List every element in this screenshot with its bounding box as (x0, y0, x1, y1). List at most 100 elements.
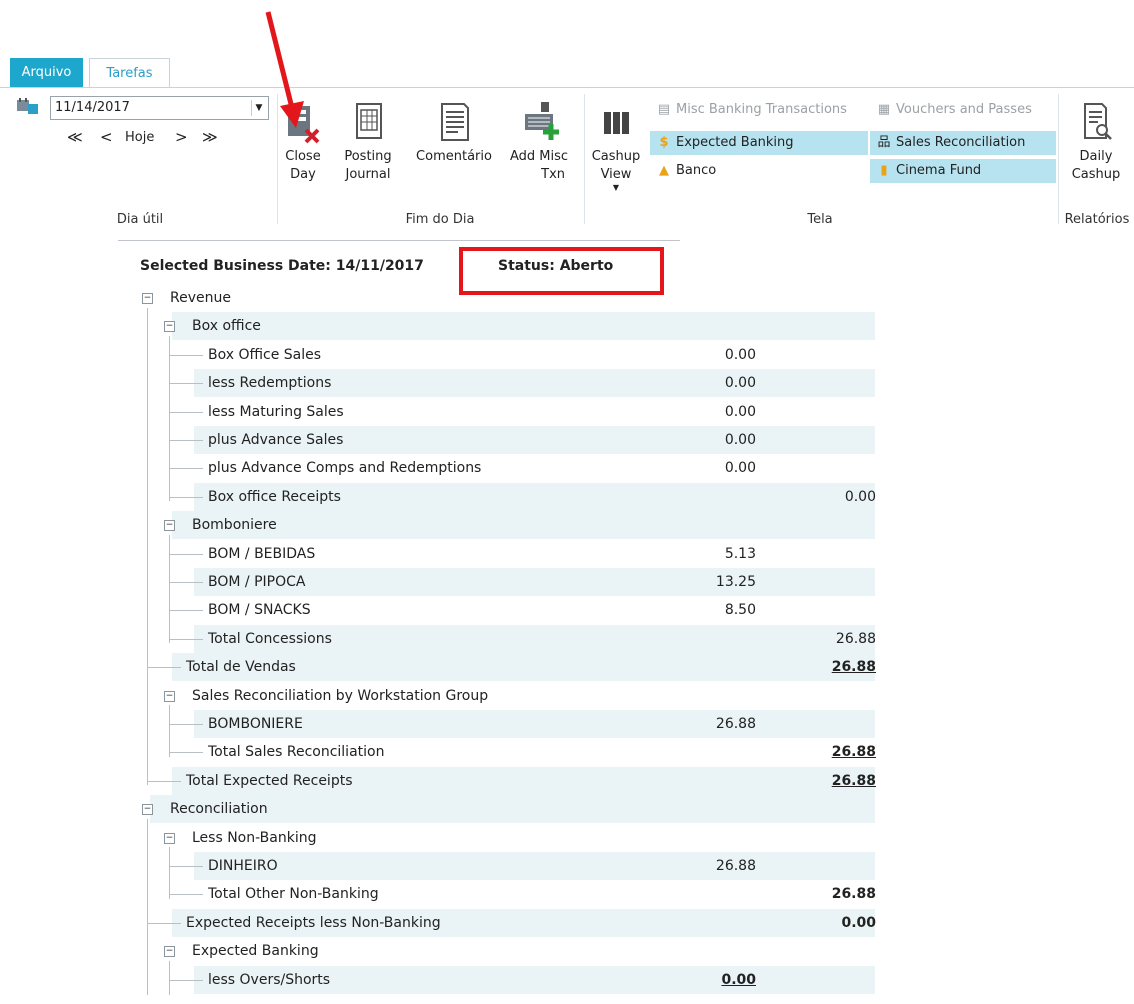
daily-cashup-label-2: Cashup (1071, 167, 1121, 182)
row-total: 26.88 (831, 772, 876, 789)
vouchers-and-passes-button[interactable]: ▦ Vouchers and Passes (870, 98, 1056, 122)
business-date-picker[interactable]: 11/14/2017 ▼ (50, 96, 269, 120)
report-row: BOMBONIERE 26.88 (194, 710, 875, 738)
banco-button[interactable]: ▲ Banco (650, 159, 868, 183)
row-label: Expected Receipts less Non-Banking (186, 914, 441, 931)
banco-label: Banco (676, 163, 717, 178)
report-row: Total Concessions 26.88 (194, 624, 876, 653)
sales-reconciliation-button[interactable]: 品 Sales Reconciliation (870, 131, 1056, 155)
row-label: Sales Reconciliation by Workstation Grou… (192, 687, 489, 704)
collapse-toggle-icon[interactable]: − (164, 946, 175, 958)
add-misc-label-2: Txn (541, 167, 565, 182)
row-label: Total Sales Reconciliation (208, 744, 385, 761)
misc-banking-label: Misc Banking Transactions (676, 102, 847, 117)
selected-business-date: Selected Business Date: 14/11/2017 (140, 258, 424, 274)
collapse-toggle-icon[interactable]: − (164, 321, 175, 333)
tree-connector (169, 383, 203, 385)
tree-connector (169, 582, 203, 583)
row-label: Reconciliation (170, 801, 268, 818)
posting-journal-button[interactable]: Posting Journal (340, 100, 396, 184)
comment-label: Comentário (416, 149, 492, 164)
tree-connector (169, 979, 203, 981)
tree-connector (169, 752, 203, 754)
cinema-fund-button[interactable]: ▮ Cinema Fund (870, 159, 1056, 183)
tree-line (169, 336, 170, 501)
report-row: Bomboniere (172, 511, 875, 540)
group-divider (277, 94, 278, 224)
misc-banking-transactions-button[interactable]: ▤ Misc Banking Transactions (650, 98, 868, 122)
ribbon: 11/14/2017 ▼ ≪ < Hoje > ≫ Dia útil Close… (0, 87, 1134, 235)
group-divider (584, 94, 585, 224)
report-row: Expected Receipts less Non-Banking 0.00 (172, 908, 876, 937)
row-label: Box office Receipts (208, 488, 341, 505)
report-row: less Redemptions 0.00 (194, 369, 875, 398)
row-label: BOM / SNACKS (208, 602, 311, 619)
cashup-view-label-2: View (600, 167, 632, 182)
daily-cashup-button[interactable]: Daily Cashup (1064, 100, 1128, 184)
sales-reconciliation-label: Sales Reconciliation (896, 135, 1026, 150)
tab-tarefas[interactable]: Tarefas (89, 58, 170, 89)
row-label: plus Advance Comps and Redemptions (208, 460, 482, 477)
report-row: Total Sales Reconciliation 26.88 (194, 738, 876, 766)
cashup-view-label-1: Cashup (591, 149, 641, 164)
date-navigation: ≪ < Hoje > ≫ (67, 128, 237, 154)
tree-connector (169, 468, 203, 470)
report-row: BOM / BEBIDAS 5.13 (194, 540, 875, 568)
tree-line (169, 535, 170, 643)
report-row: Reconciliation (150, 795, 875, 824)
columns-icon (596, 100, 636, 144)
row-total: 26.88 (831, 886, 876, 903)
close-day-label-1: Close (285, 149, 321, 164)
collapse-toggle-icon[interactable]: − (142, 804, 153, 816)
add-misc-txn-button[interactable]: Add Misc Txn (505, 100, 573, 184)
expected-banking-label: Expected Banking (676, 135, 794, 150)
tree-connector (169, 610, 203, 612)
close-day-icon (284, 100, 324, 144)
collapse-toggle-icon[interactable]: − (164, 832, 175, 844)
next-day-button[interactable]: > (175, 128, 188, 146)
tree-connector (147, 780, 181, 782)
row-label: Less Non-Banking (192, 829, 317, 846)
chevron-down-icon[interactable]: ▼ (251, 100, 266, 116)
tree-connector (147, 667, 181, 669)
expected-banking-button[interactable]: $ Expected Banking (650, 131, 868, 155)
daily-cashup-label-1: Daily (1079, 149, 1113, 164)
first-day-button[interactable]: ≪ (67, 128, 83, 146)
row-value: 0.00 (724, 432, 756, 448)
close-day-button[interactable]: Close Day (284, 100, 322, 184)
report-row: BOM / SNACKS 8.50 (194, 596, 875, 624)
tree-connector (147, 922, 181, 924)
row-label: Total Other Non-Banking (208, 886, 379, 903)
dollar-icon: $ (659, 135, 669, 150)
report-row: less Overs/Shorts 0.00 (194, 965, 875, 994)
today-button[interactable]: Hoje (125, 130, 154, 145)
row-label: Total de Vendas (186, 659, 296, 676)
tree-connector (169, 440, 203, 441)
report-row: less Maturing Sales 0.00 (194, 398, 875, 426)
previous-day-button[interactable]: < (100, 128, 113, 146)
collapse-toggle-icon[interactable]: − (142, 293, 153, 304)
caret-down-icon: ▼ (612, 183, 620, 192)
collapse-toggle-icon[interactable]: − (164, 690, 175, 702)
row-value: 0.00 (724, 460, 756, 477)
row-value: 5.13 (724, 545, 756, 562)
tree-connector (169, 866, 203, 867)
comment-button[interactable]: Comentário (408, 100, 500, 166)
row-label: less Redemptions (208, 375, 332, 392)
row-value: 0.00 (724, 375, 756, 392)
row-value: 0.00 (724, 346, 756, 363)
tab-arquivo[interactable]: Arquivo (10, 58, 83, 87)
cashup-view-button[interactable]: Cashup View ▼ (590, 100, 642, 192)
group-divider (1058, 94, 1059, 224)
row-label: BOM / PIPOCA (208, 574, 306, 590)
film-icon: ▮ (880, 163, 888, 178)
row-label: less Overs/Shorts (208, 971, 331, 988)
posting-journal-label-1: Posting (344, 149, 392, 164)
row-value: 0.00 (724, 403, 756, 420)
row-label: Bomboniere (192, 517, 277, 534)
last-day-button[interactable]: ≫ (202, 128, 218, 146)
tree-connector (169, 894, 203, 896)
tree-connector (169, 724, 203, 725)
collapse-toggle-icon[interactable]: − (164, 520, 175, 532)
row-value: 0.00 (721, 971, 756, 988)
